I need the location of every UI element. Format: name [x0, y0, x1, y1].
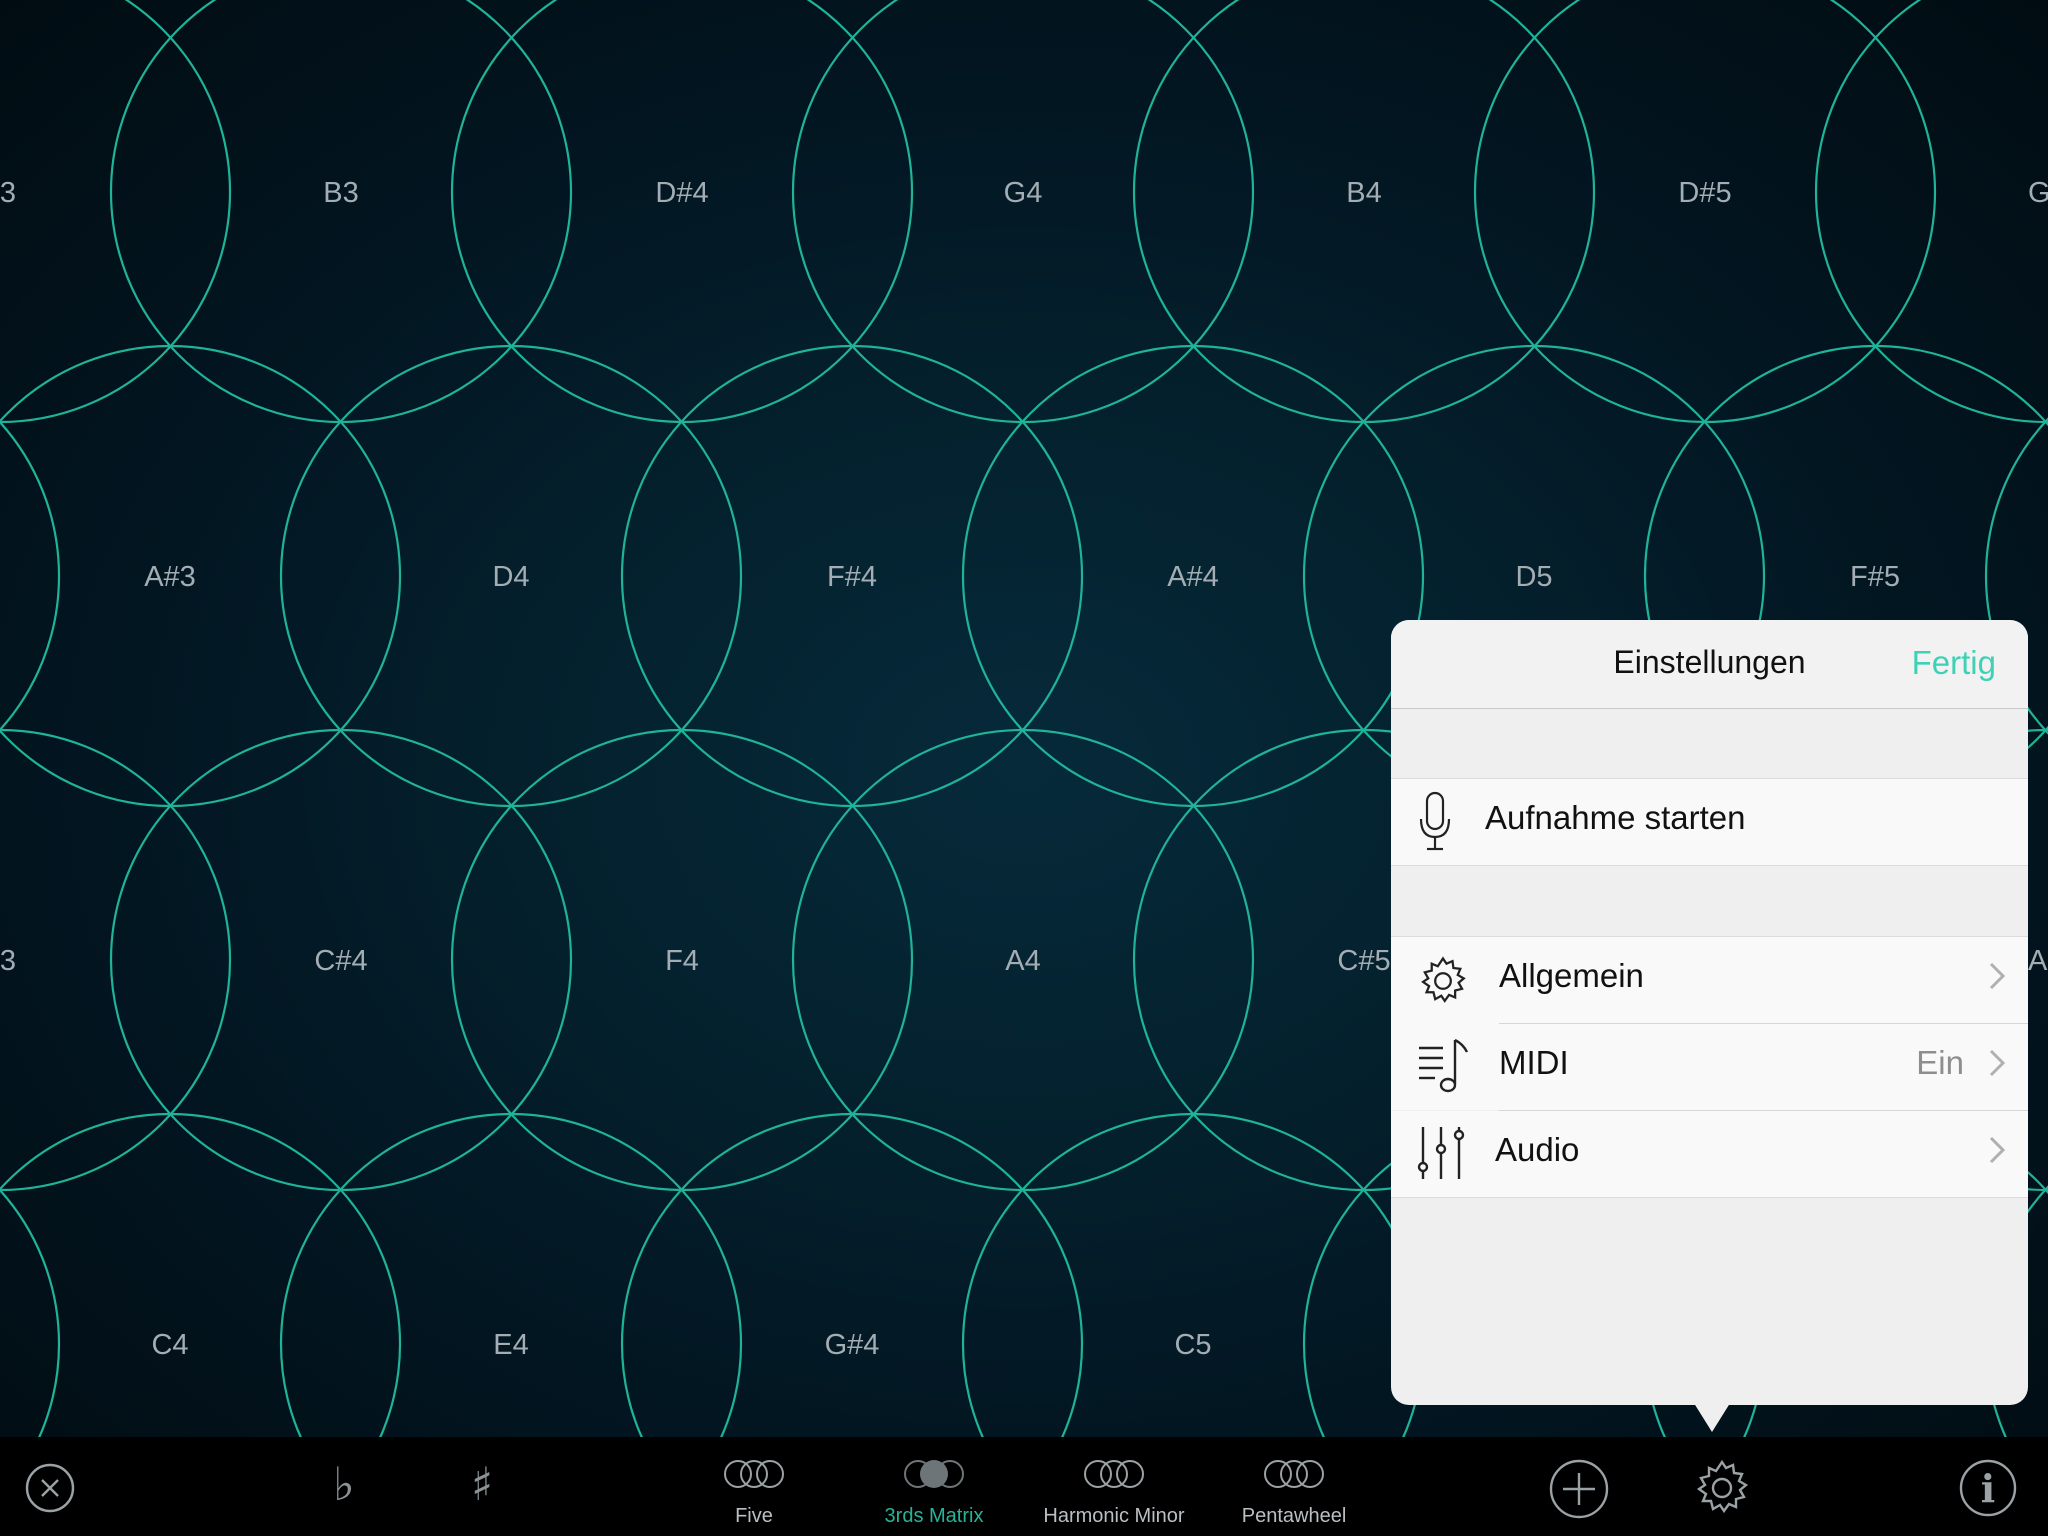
three-rings-icon [724, 1460, 784, 1488]
three-rings-icon [1264, 1460, 1324, 1488]
settings-popover: Einstellungen Fertig Aufnahme starten Al… [1391, 620, 2028, 1405]
note-label: D#4 [655, 177, 708, 209]
note-label: 3 [0, 177, 16, 209]
note-label: D4 [492, 561, 529, 593]
note-label: D#5 [1678, 177, 1731, 209]
midi-label: MIDI [1499, 1044, 1569, 1081]
note-label: A#4 [1167, 561, 1219, 593]
chevron-right-icon [1989, 1136, 2006, 1164]
note-label: 3 [0, 945, 16, 977]
chevron-right-icon [1989, 962, 2006, 990]
gear-icon [1696, 1459, 1749, 1514]
note-label: F4 [665, 945, 699, 977]
sharp-symbol: ♯ [470, 1457, 494, 1511]
note-label: G4 [1004, 177, 1043, 209]
midi-note-icon [1419, 1038, 1469, 1093]
layout-harmonic-minor-label: Harmonic Minor [1043, 1505, 1185, 1527]
note-label: C#5 [1337, 945, 1390, 977]
info-button[interactable]: i [1958, 1458, 2018, 1518]
note-circle[interactable] [0, 0, 232, 424]
sharp-button[interactable]: ♯ [462, 1457, 502, 1517]
popover-header: Einstellungen Fertig [1391, 620, 2028, 709]
three-rings-icon [1084, 1460, 1144, 1488]
note-circle[interactable] [1814, 0, 2048, 424]
settings-item-audio[interactable]: Audio [1391, 1111, 2028, 1198]
note-label: F#5 [1850, 561, 1900, 593]
note-label: B4 [1346, 177, 1381, 209]
note-label: C5 [1174, 1329, 1211, 1361]
record-row[interactable]: Aufnahme starten [1391, 778, 2028, 866]
note-label: A#3 [144, 561, 196, 593]
gear-icon [1421, 956, 1466, 1003]
note-circle[interactable] [1473, 0, 1937, 424]
bottom-toolbar: ♭ ♯ Five 3rds Matrix Harmonic Minor Pent… [0, 1437, 2048, 1536]
add-button[interactable] [1548, 1458, 1610, 1520]
note-circle[interactable] [791, 0, 1255, 424]
done-button[interactable]: Fertig [1912, 644, 1996, 682]
note-circle[interactable] [450, 0, 914, 424]
flat-button[interactable]: ♭ [326, 1457, 362, 1517]
note-circle[interactable] [1132, 0, 1596, 424]
note-label: A [2028, 945, 2048, 977]
note-label: D5 [1515, 561, 1552, 593]
note-label: F#4 [827, 561, 877, 593]
three-rings-selected-icon [904, 1460, 964, 1488]
note-label: E4 [493, 1329, 528, 1361]
info-glyph: i [1980, 1466, 1996, 1511]
microphone-icon [1419, 791, 1451, 851]
mixer-sliders-icon [1417, 1127, 1465, 1179]
settings-item-allgemein[interactable]: Allgemein [1391, 936, 2028, 1024]
close-button[interactable] [24, 1462, 76, 1514]
layout-pentawheel-label: Pentawheel [1241, 1505, 1347, 1527]
settings-item-midi[interactable]: MIDI Ein [1391, 1024, 2028, 1110]
layout-3rds-matrix-label: 3rds Matrix [884, 1505, 984, 1527]
note-label: B3 [323, 177, 358, 209]
note-label: C#4 [314, 945, 367, 977]
settings-button[interactable] [1692, 1458, 1752, 1518]
close-circle-icon [25, 1463, 75, 1513]
note-circle[interactable] [109, 0, 573, 424]
note-label: C4 [151, 1329, 188, 1361]
note-label: G#4 [825, 1329, 880, 1361]
layout-five-label: Five [735, 1505, 773, 1527]
note-label: A4 [1005, 945, 1040, 977]
midi-status-value: Ein [1916, 1044, 1964, 1081]
chevron-right-icon [1989, 1049, 2006, 1077]
plus-circle-icon [1549, 1459, 1609, 1519]
note-label: G [2028, 177, 2048, 209]
note-circle[interactable] [0, 346, 61, 806]
audio-label: Audio [1495, 1131, 1580, 1168]
flat-symbol: ♭ [333, 1457, 355, 1511]
record-label: Aufnahme starten [1485, 799, 1746, 836]
allgemein-label: Allgemein [1499, 957, 1644, 994]
